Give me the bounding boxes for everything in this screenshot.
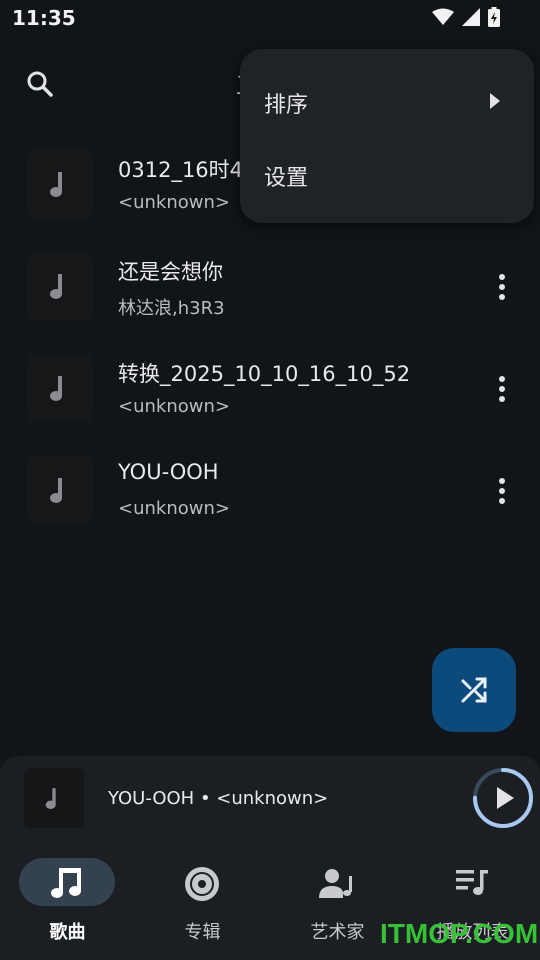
song-artwork — [26, 150, 94, 218]
shuffle-icon — [461, 677, 487, 703]
play-progress-icon — [473, 768, 533, 828]
watermark: ITMOP.COM — [380, 918, 539, 949]
menu-item-label: 排序 — [264, 93, 309, 118]
song-artwork — [26, 456, 94, 524]
song-list-item[interactable]: 还是会想你 林达浪,h3R3 — [0, 232, 540, 334]
search-button[interactable] — [22, 66, 58, 102]
signal-icon — [462, 8, 480, 26]
artist-icon — [319, 869, 352, 898]
overflow-menu: 排序 设置 — [240, 49, 534, 223]
play-button[interactable] — [472, 767, 534, 829]
nav-item-songs[interactable]: 歌曲 — [0, 838, 135, 960]
menu-item-label: 设置 — [264, 166, 309, 191]
song-title: 转换_2025_10_10_16_10_52 — [118, 362, 411, 386]
music-note-icon — [45, 788, 56, 809]
more-vert-icon — [499, 274, 505, 300]
more-options-button[interactable] — [492, 374, 512, 404]
battery-charging-icon — [488, 7, 500, 27]
mini-player[interactable]: YOU-OOH • <unknown> — [0, 756, 540, 838]
music-note-icon — [50, 274, 62, 299]
now-playing-artwork — [24, 768, 84, 828]
status-time: 11:35 — [12, 6, 76, 30]
song-artwork — [26, 252, 94, 320]
now-playing-text: YOU-OOH • <unknown> — [108, 788, 329, 809]
song-title: 0312_16时4 — [118, 158, 244, 182]
song-artist: <unknown> — [118, 192, 230, 213]
playlist-icon — [456, 870, 488, 895]
wifi-icon — [432, 8, 454, 25]
music-note-icon — [50, 376, 62, 401]
song-list-item[interactable]: YOU-OOH <unknown> — [0, 436, 540, 538]
music-note-icon — [50, 172, 62, 197]
menu-item-sort[interactable]: 排序 — [240, 69, 534, 133]
nav-item-albums[interactable]: 专辑 — [135, 838, 270, 960]
nav-label: 专辑 — [184, 922, 221, 943]
nav-label: 歌曲 — [49, 922, 86, 943]
song-title: 还是会想你 — [118, 260, 223, 284]
status-icons — [432, 7, 500, 27]
search-icon — [27, 71, 53, 97]
more-vert-icon — [499, 478, 505, 504]
more-options-button[interactable] — [492, 476, 512, 506]
song-artist: <unknown> — [118, 498, 230, 519]
shuffle-button[interactable] — [432, 648, 516, 732]
disc-icon — [185, 867, 219, 901]
more-options-button[interactable] — [492, 272, 512, 302]
music-note-icon — [51, 868, 81, 898]
song-artist: <unknown> — [118, 396, 230, 417]
menu-item-settings[interactable]: 设置 — [240, 142, 534, 206]
song-list-item[interactable]: 转换_2025_10_10_16_10_52 <unknown> — [0, 334, 540, 436]
submenu-arrow-icon — [490, 93, 500, 109]
status-bar: 11:35 — [0, 0, 540, 36]
music-note-icon — [50, 478, 62, 503]
more-vert-icon — [499, 376, 505, 402]
song-title: YOU-OOH — [118, 460, 219, 484]
song-artwork — [26, 354, 94, 422]
song-artist: 林达浪,h3R3 — [118, 298, 225, 319]
